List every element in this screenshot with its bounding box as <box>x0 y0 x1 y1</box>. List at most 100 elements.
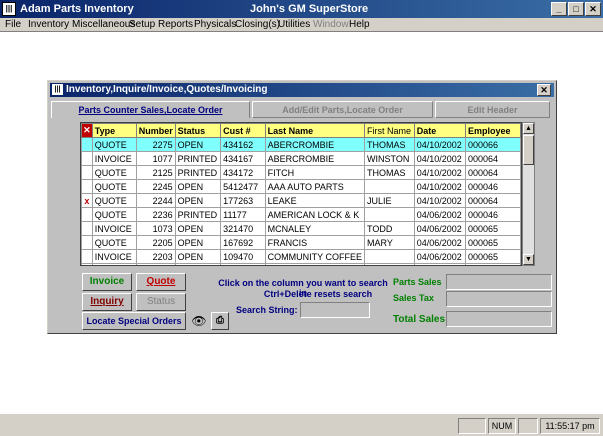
locate-special-orders-button[interactable]: Locate Special Orders <box>82 312 186 330</box>
cell-number[interactable]: 2205 <box>135 235 176 250</box>
col-type[interactable]: Type <box>91 123 137 138</box>
tab-parts-counter-sales[interactable]: Parts Counter Sales,Locate Order <box>51 101 250 118</box>
cell-employee[interactable]: 000064 <box>465 151 521 166</box>
cell-employee[interactable]: 000066 <box>465 263 521 265</box>
cell-date[interactable]: 04/06/2002 <box>413 263 467 265</box>
cell-employee[interactable]: 000064 <box>465 165 521 180</box>
menu-setup[interactable]: Setup <box>129 19 155 30</box>
cell-first-name[interactable]: MARY <box>364 235 415 250</box>
cell-number[interactable]: 2244 <box>135 193 176 208</box>
row-marker-icon[interactable] <box>81 235 93 250</box>
close-icon[interactable]: ✕ <box>537 84 551 96</box>
row-marker-icon[interactable] <box>81 179 93 194</box>
col-date[interactable]: Date <box>413 123 467 138</box>
binoculars-icon[interactable]: 👁 <box>191 313 207 329</box>
cell-cust[interactable]: 321470 <box>220 221 266 236</box>
invoice-button[interactable]: Invoice <box>82 273 132 291</box>
cell-last-name[interactable]: AAA AUTO PARTS <box>264 179 366 194</box>
cell-cust[interactable]: 177263 <box>220 193 266 208</box>
cell-status[interactable]: PRINTED <box>174 165 222 180</box>
cell-last-name[interactable]: ABERCROMBIE <box>264 151 366 166</box>
orders-grid[interactable]: ✕ Type Number Status Cust # Last Name Fi… <box>80 122 522 266</box>
cell-cust[interactable]: 109470 <box>220 249 266 264</box>
cell-number[interactable]: 2125 <box>135 165 176 180</box>
close-button[interactable]: ✕ <box>585 2 601 16</box>
cell-last-name[interactable]: LEAKE <box>264 193 366 208</box>
cell-number[interactable]: 1073 <box>135 221 176 236</box>
menu-utilities[interactable]: Utilities <box>278 19 310 30</box>
table-row[interactable]: INVOICE 2203 OPEN 109470 COMMUNITY COFFEE 04/… <box>81 249 521 264</box>
cell-status[interactable]: OPEN <box>174 221 222 236</box>
search-string-input[interactable] <box>300 302 370 318</box>
table-row[interactable]: INVOICE 1077 PRINTED 434167 ABERCROMBIE WINST… <box>81 151 521 166</box>
cell-type[interactable]: QUOTE <box>91 193 137 208</box>
table-row[interactable]: QUOTE 2275 OPEN 434162 ABERCROMBIE THOMAS 04/1… <box>81 137 521 152</box>
menu-physicals[interactable]: Physicals <box>194 19 236 30</box>
cell-employee[interactable]: 000066 <box>465 137 521 152</box>
scroll-thumb[interactable] <box>523 135 534 165</box>
cell-status[interactable]: OPEN <box>174 179 222 194</box>
cell-date[interactable]: 04/06/2002 <box>413 249 467 264</box>
cell-status[interactable]: OPEN <box>174 193 222 208</box>
cell-number[interactable]: 2245 <box>135 179 176 194</box>
cell-cust[interactable]: 5412477 <box>220 179 266 194</box>
table-row[interactable]: QUOTE 2205 OPEN 167692 FRANCIS MARY 04/06/2002… <box>81 235 521 250</box>
maximize-button[interactable]: □ <box>568 2 584 16</box>
cell-first-name[interactable] <box>364 207 415 222</box>
cell-status[interactable]: PRINTED <box>174 151 222 166</box>
cell-employee[interactable]: 000065 <box>465 249 521 264</box>
scroll-up-icon[interactable]: ▲ <box>523 123 534 134</box>
grid-scrollbar[interactable]: ▲ ▼ <box>522 122 535 266</box>
printer-icon[interactable]: ⎙ <box>211 312 229 330</box>
menu-inventory[interactable]: Inventory <box>28 19 69 30</box>
cell-type[interactable]: QUOTE <box>91 207 137 222</box>
cell-cust[interactable]: 167692 <box>220 235 266 250</box>
cell-first-name[interactable]: JULIE <box>364 193 415 208</box>
col-employee[interactable]: Employee <box>465 123 521 138</box>
cell-date[interactable]: 04/06/2002 <box>413 207 467 222</box>
table-row[interactable]: QUOTE2197OPEN157222HENRYRICK04/06/200200… <box>81 263 521 265</box>
cell-first-name[interactable]: THOMAS <box>364 165 415 180</box>
cell-last-name[interactable]: ABERCROMBIE <box>264 137 366 152</box>
cell-first-name[interactable]: THOMAS <box>364 137 415 152</box>
delete-marker-icon[interactable]: ✕ <box>81 123 93 138</box>
cell-number[interactable]: 2236 <box>135 207 176 222</box>
tab-edit-header[interactable]: Edit Header <box>435 101 550 118</box>
cell-date[interactable]: 04/10/2002 <box>413 193 467 208</box>
row-marker-icon[interactable] <box>81 207 93 222</box>
row-marker-icon[interactable] <box>81 151 93 166</box>
cell-first-name[interactable] <box>364 179 415 194</box>
col-number[interactable]: Number <box>135 123 176 138</box>
cell-status[interactable]: OPEN <box>174 137 222 152</box>
table-row[interactable]: INVOICE 1073 OPEN 321470 MCNALEY TODD 04/06/20… <box>81 221 521 236</box>
cell-cust[interactable]: 157222 <box>220 263 266 265</box>
cell-last-name[interactable]: FITCH <box>264 165 366 180</box>
cell-type[interactable]: QUOTE <box>91 137 137 152</box>
inquiry-button[interactable]: Inquiry <box>82 293 132 311</box>
cell-cust[interactable]: 434167 <box>220 151 266 166</box>
scroll-down-icon[interactable]: ▼ <box>523 254 534 265</box>
cell-last-name[interactable]: HENRY <box>264 263 366 265</box>
cell-last-name[interactable]: FRANCIS <box>264 235 366 250</box>
cell-cust[interactable]: 11177 <box>220 207 266 222</box>
cell-status[interactable]: PRINTED <box>174 207 222 222</box>
cell-type[interactable]: INVOICE <box>91 221 137 236</box>
minimize-button[interactable]: _ <box>551 2 567 16</box>
cell-type[interactable]: QUOTE <box>91 165 137 180</box>
cell-last-name[interactable]: AMERICAN LOCK & K <box>264 207 366 222</box>
table-row[interactable]: QUOTE 2125 PRINTED 434172 FITCH THOMAS 04/10/2… <box>81 165 521 180</box>
quote-button[interactable]: Quote <box>136 273 186 291</box>
cell-number[interactable]: 2275 <box>135 137 176 152</box>
row-marker-icon[interactable] <box>81 221 93 236</box>
row-marker-icon[interactable] <box>81 249 93 264</box>
table-row[interactable]: QUOTE 2236 PRINTED 11177 AMERICAN LOCK & K 04… <box>81 207 521 222</box>
cell-date[interactable]: 04/10/2002 <box>413 137 467 152</box>
cell-cust[interactable]: 434172 <box>220 165 266 180</box>
cell-status[interactable]: OPEN <box>174 235 222 250</box>
cell-type[interactable]: QUOTE <box>91 179 137 194</box>
cell-number[interactable]: 1077 <box>135 151 176 166</box>
cell-type[interactable]: QUOTE <box>91 263 137 265</box>
col-first-name[interactable]: First Name <box>364 123 415 138</box>
row-marker-icon[interactable] <box>81 263 93 265</box>
menu-reports[interactable]: Reports <box>158 19 193 30</box>
